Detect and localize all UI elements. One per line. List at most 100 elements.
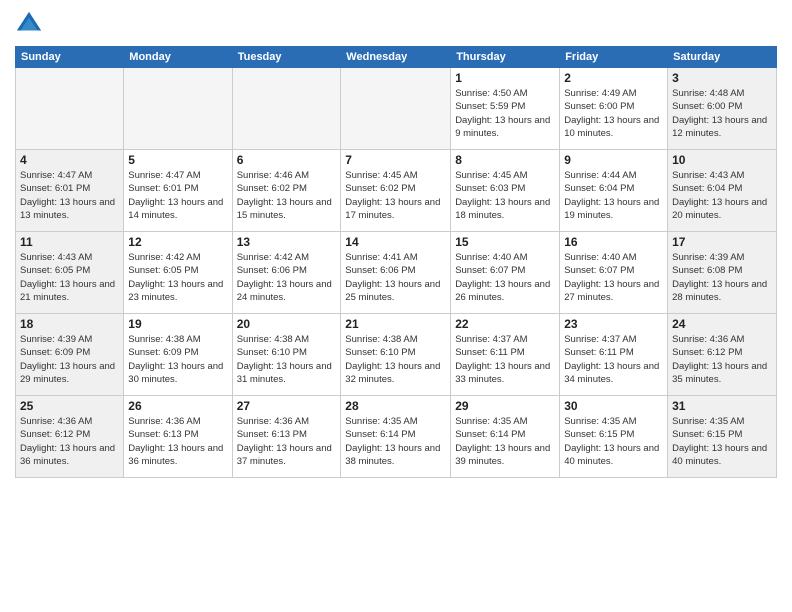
day-number: 1	[455, 71, 555, 85]
day-number: 30	[564, 399, 663, 413]
day-info: Sunrise: 4:40 AM Sunset: 6:07 PM Dayligh…	[564, 251, 663, 304]
day-number: 14	[345, 235, 446, 249]
day-number: 5	[128, 153, 227, 167]
day-number: 31	[672, 399, 772, 413]
calendar-cell: 1 Sunrise: 4:50 AM Sunset: 5:59 PM Daylig…	[451, 68, 560, 150]
day-info: Sunrise: 4:39 AM Sunset: 6:08 PM Dayligh…	[672, 251, 772, 304]
day-info: Sunrise: 4:37 AM Sunset: 6:11 PM Dayligh…	[564, 333, 663, 386]
day-info: Sunrise: 4:36 AM Sunset: 6:13 PM Dayligh…	[237, 415, 337, 468]
calendar-cell: 13Sunrise: 4:42 AM Sunset: 6:06 PM Dayli…	[232, 232, 341, 314]
day-header-friday: Friday	[560, 47, 668, 68]
day-info: Sunrise: 4:43 AM Sunset: 6:05 PM Dayligh…	[20, 251, 119, 304]
day-header-wednesday: Wednesday	[341, 47, 451, 68]
calendar-cell: 10Sunrise: 4:43 AM Sunset: 6:04 PM Dayli…	[668, 150, 777, 232]
calendar-header-row: SundayMondayTuesdayWednesdayThursdayFrid…	[16, 47, 777, 68]
day-header-saturday: Saturday	[668, 47, 777, 68]
day-number: 2	[564, 71, 663, 85]
day-number: 16	[564, 235, 663, 249]
day-info: Sunrise: 4:36 AM Sunset: 6:13 PM Dayligh…	[128, 415, 227, 468]
calendar-cell: 7 Sunrise: 4:45 AM Sunset: 6:02 PM Daylig…	[341, 150, 451, 232]
day-info: Sunrise: 4:39 AM Sunset: 6:09 PM Dayligh…	[20, 333, 119, 386]
calendar-cell	[16, 68, 124, 150]
logo	[15, 10, 47, 38]
day-info: Sunrise: 4:43 AM Sunset: 6:04 PM Dayligh…	[672, 169, 772, 222]
calendar-table: SundayMondayTuesdayWednesdayThursdayFrid…	[15, 46, 777, 478]
day-info: Sunrise: 4:46 AM Sunset: 6:02 PM Dayligh…	[237, 169, 337, 222]
day-info: Sunrise: 4:35 AM Sunset: 6:15 PM Dayligh…	[672, 415, 772, 468]
day-info: Sunrise: 4:45 AM Sunset: 6:03 PM Dayligh…	[455, 169, 555, 222]
calendar-cell: 6 Sunrise: 4:46 AM Sunset: 6:02 PM Daylig…	[232, 150, 341, 232]
day-info: Sunrise: 4:45 AM Sunset: 6:02 PM Dayligh…	[345, 169, 446, 222]
calendar-cell: 9 Sunrise: 4:44 AM Sunset: 6:04 PM Daylig…	[560, 150, 668, 232]
calendar-cell: 3Sunrise: 4:48 AM Sunset: 6:00 PM Daylig…	[668, 68, 777, 150]
calendar-cell: 25 Sunrise: 4:36 AM Sunset: 6:12 PM Dayli…	[16, 396, 124, 478]
calendar-cell	[232, 68, 341, 150]
day-number: 9	[564, 153, 663, 167]
day-number: 4	[20, 153, 119, 167]
calendar-cell: 16 Sunrise: 4:40 AM Sunset: 6:07 PM Dayli…	[560, 232, 668, 314]
day-number: 24	[672, 317, 772, 331]
day-info: Sunrise: 4:41 AM Sunset: 6:06 PM Dayligh…	[345, 251, 446, 304]
day-header-monday: Monday	[124, 47, 232, 68]
day-number: 29	[455, 399, 555, 413]
week-row-4: 18 Sunrise: 4:39 AM Sunset: 6:09 PM Dayli…	[16, 314, 777, 396]
day-info: Sunrise: 4:35 AM Sunset: 6:15 PM Dayligh…	[564, 415, 663, 468]
day-number: 25	[20, 399, 119, 413]
week-row-1: 1 Sunrise: 4:50 AM Sunset: 5:59 PM Daylig…	[16, 68, 777, 150]
day-number: 17	[672, 235, 772, 249]
day-number: 20	[237, 317, 337, 331]
week-row-5: 25 Sunrise: 4:36 AM Sunset: 6:12 PM Dayli…	[16, 396, 777, 478]
calendar-cell: 26Sunrise: 4:36 AM Sunset: 6:13 PM Dayli…	[124, 396, 232, 478]
day-info: Sunrise: 4:42 AM Sunset: 6:05 PM Dayligh…	[128, 251, 227, 304]
header	[15, 10, 777, 38]
day-info: Sunrise: 4:40 AM Sunset: 6:07 PM Dayligh…	[455, 251, 555, 304]
calendar-cell: 24 Sunrise: 4:36 AM Sunset: 6:12 PM Dayli…	[668, 314, 777, 396]
calendar-cell: 19Sunrise: 4:38 AM Sunset: 6:09 PM Dayli…	[124, 314, 232, 396]
day-header-sunday: Sunday	[16, 47, 124, 68]
day-info: Sunrise: 4:36 AM Sunset: 6:12 PM Dayligh…	[20, 415, 119, 468]
day-info: Sunrise: 4:49 AM Sunset: 6:00 PM Dayligh…	[564, 87, 663, 140]
week-row-2: 4 Sunrise: 4:47 AM Sunset: 6:01 PM Daylig…	[16, 150, 777, 232]
day-info: Sunrise: 4:50 AM Sunset: 5:59 PM Dayligh…	[455, 87, 555, 140]
day-info: Sunrise: 4:35 AM Sunset: 6:14 PM Dayligh…	[345, 415, 446, 468]
day-number: 22	[455, 317, 555, 331]
calendar-cell: 23 Sunrise: 4:37 AM Sunset: 6:11 PM Dayli…	[560, 314, 668, 396]
calendar-cell	[124, 68, 232, 150]
calendar-cell: 20 Sunrise: 4:38 AM Sunset: 6:10 PM Dayli…	[232, 314, 341, 396]
day-number: 7	[345, 153, 446, 167]
logo-icon	[15, 10, 43, 38]
week-row-3: 11Sunrise: 4:43 AM Sunset: 6:05 PM Dayli…	[16, 232, 777, 314]
day-number: 21	[345, 317, 446, 331]
calendar-cell: 14 Sunrise: 4:41 AM Sunset: 6:06 PM Dayli…	[341, 232, 451, 314]
day-number: 12	[128, 235, 227, 249]
day-number: 18	[20, 317, 119, 331]
day-number: 6	[237, 153, 337, 167]
day-info: Sunrise: 4:35 AM Sunset: 6:14 PM Dayligh…	[455, 415, 555, 468]
calendar-cell: 5 Sunrise: 4:47 AM Sunset: 6:01 PM Daylig…	[124, 150, 232, 232]
day-info: Sunrise: 4:37 AM Sunset: 6:11 PM Dayligh…	[455, 333, 555, 386]
calendar-cell: 22 Sunrise: 4:37 AM Sunset: 6:11 PM Dayli…	[451, 314, 560, 396]
day-info: Sunrise: 4:47 AM Sunset: 6:01 PM Dayligh…	[128, 169, 227, 222]
day-number: 8	[455, 153, 555, 167]
calendar-cell: 18 Sunrise: 4:39 AM Sunset: 6:09 PM Dayli…	[16, 314, 124, 396]
day-number: 13	[237, 235, 337, 249]
calendar-cell: 11Sunrise: 4:43 AM Sunset: 6:05 PM Dayli…	[16, 232, 124, 314]
day-header-tuesday: Tuesday	[232, 47, 341, 68]
calendar-cell: 2 Sunrise: 4:49 AM Sunset: 6:00 PM Daylig…	[560, 68, 668, 150]
day-number: 23	[564, 317, 663, 331]
calendar-cell: 4Sunrise: 4:47 AM Sunset: 6:01 PM Daylig…	[16, 150, 124, 232]
calendar-cell	[341, 68, 451, 150]
day-info: Sunrise: 4:48 AM Sunset: 6:00 PM Dayligh…	[672, 87, 772, 140]
day-info: Sunrise: 4:36 AM Sunset: 6:12 PM Dayligh…	[672, 333, 772, 386]
calendar-cell: 30 Sunrise: 4:35 AM Sunset: 6:15 PM Dayli…	[560, 396, 668, 478]
day-number: 19	[128, 317, 227, 331]
calendar-cell: 8 Sunrise: 4:45 AM Sunset: 6:03 PM Daylig…	[451, 150, 560, 232]
day-number: 28	[345, 399, 446, 413]
calendar-cell: 29 Sunrise: 4:35 AM Sunset: 6:14 PM Dayli…	[451, 396, 560, 478]
day-info: Sunrise: 4:38 AM Sunset: 6:10 PM Dayligh…	[345, 333, 446, 386]
day-number: 15	[455, 235, 555, 249]
calendar-cell: 15 Sunrise: 4:40 AM Sunset: 6:07 PM Dayli…	[451, 232, 560, 314]
day-info: Sunrise: 4:38 AM Sunset: 6:10 PM Dayligh…	[237, 333, 337, 386]
day-info: Sunrise: 4:44 AM Sunset: 6:04 PM Dayligh…	[564, 169, 663, 222]
calendar-page: SundayMondayTuesdayWednesdayThursdayFrid…	[0, 0, 792, 612]
